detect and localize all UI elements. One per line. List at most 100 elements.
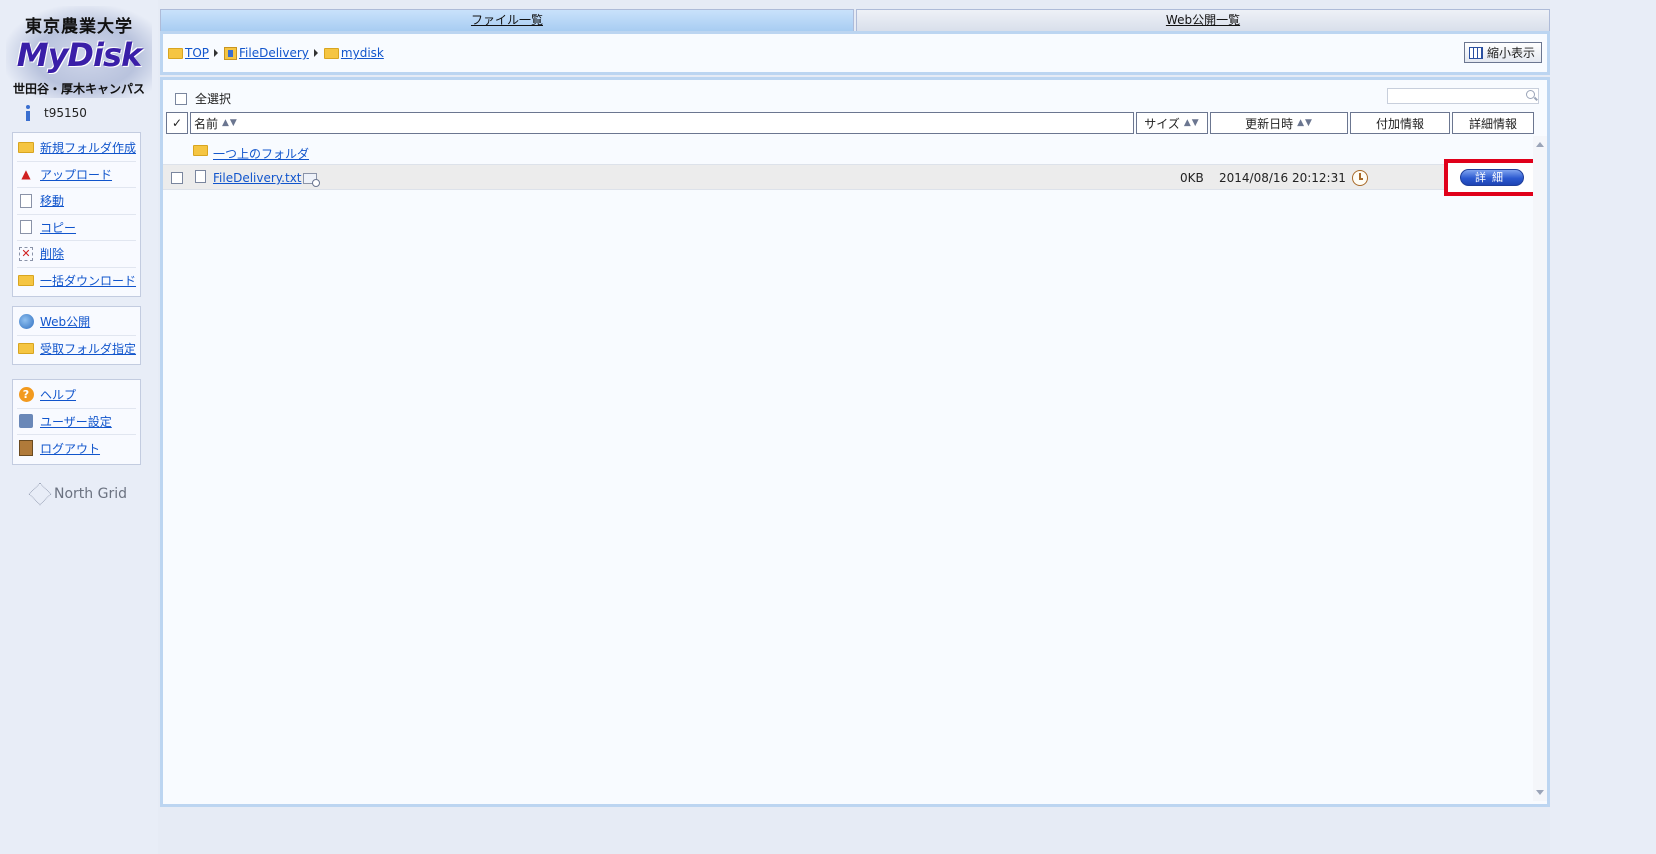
- menu-delete[interactable]: ✕ 削除: [17, 241, 136, 268]
- file-delivery-folder-icon: [224, 46, 238, 60]
- vendor-logo: North Grid: [28, 482, 127, 506]
- parent-folder-row[interactable]: 一つ上のフォルダ: [163, 139, 1535, 165]
- row-checkbox[interactable]: [171, 172, 183, 184]
- menu-logout[interactable]: ログアウト: [17, 435, 136, 462]
- shrink-view-button[interactable]: 縮小表示: [1463, 42, 1542, 63]
- vendor-name: North Grid: [54, 486, 127, 502]
- column-modified-label: 更新日時: [1245, 116, 1294, 131]
- search-icon: [1526, 90, 1535, 99]
- clock-icon[interactable]: [1352, 170, 1368, 186]
- logout-icon: [17, 440, 35, 457]
- menu-user-settings-label[interactable]: ユーザー設定: [40, 413, 112, 430]
- menu-receive-folder-label[interactable]: 受取フォルダ指定: [40, 340, 136, 357]
- sort-icon[interactable]: ▲▼: [1297, 118, 1313, 128]
- select-all-label: 全選択: [195, 92, 232, 106]
- account-menu: ? ヘルプ ユーザー設定 ログアウト: [12, 379, 141, 465]
- file-name-link[interactable]: FileDelivery.txt: [213, 171, 302, 185]
- breadcrumb-mydisk[interactable]: mydisk: [341, 46, 384, 60]
- menu-copy-label[interactable]: コピー: [40, 219, 76, 236]
- logo-university: 東京農業大学: [25, 17, 133, 37]
- menu-bulk-download[interactable]: 一括ダウンロード: [17, 268, 136, 295]
- menu-upload-label[interactable]: アップロード: [40, 166, 112, 183]
- delete-icon: ✕: [17, 246, 35, 262]
- logo-brand: MyDisk: [16, 36, 143, 74]
- text-file-icon: [195, 170, 206, 183]
- preview-icon[interactable]: [303, 173, 320, 187]
- page-margin: [1550, 0, 1656, 854]
- parent-folder-link[interactable]: 一つ上のフォルダ: [213, 145, 309, 162]
- menu-new-folder-label[interactable]: 新規フォルダ作成: [40, 139, 136, 156]
- column-check[interactable]: ✓: [166, 112, 188, 134]
- search-input[interactable]: [1387, 88, 1539, 104]
- column-size-label: サイズ: [1144, 116, 1180, 131]
- menu-upload[interactable]: ▲ アップロード: [17, 162, 136, 188]
- menu-bulk-download-label[interactable]: 一括ダウンロード: [40, 272, 136, 289]
- user-info: t95150: [24, 104, 87, 122]
- grid-view-icon: [1468, 46, 1483, 59]
- breadcrumb-separator-icon: [214, 49, 219, 57]
- breadcrumb-separator-icon: [313, 49, 318, 57]
- folder-icon: [323, 47, 339, 59]
- column-name-label: 名前: [194, 116, 219, 131]
- breadcrumb: TOP FileDelivery mydisk: [168, 46, 384, 60]
- column-name[interactable]: 名前 ▲▼: [190, 112, 1134, 134]
- select-all-checkbox[interactable]: [175, 92, 187, 105]
- menu-web-publish-label[interactable]: Web公開: [40, 313, 90, 330]
- menu-copy[interactable]: コピー: [17, 215, 136, 241]
- tab-bar: ファイル一覧 Web公開一覧: [160, 9, 1550, 31]
- bulk-download-icon: [17, 273, 35, 289]
- menu-move-label[interactable]: 移動: [40, 192, 64, 209]
- sort-icon[interactable]: ▲▼: [1184, 118, 1200, 128]
- path-bar: TOP FileDelivery mydisk 縮小表示: [160, 31, 1550, 75]
- folder-icon: [193, 145, 208, 156]
- column-size[interactable]: サイズ ▲▼: [1136, 112, 1208, 134]
- help-icon: ?: [17, 387, 35, 403]
- menu-new-folder[interactable]: 新規フォルダ作成: [17, 135, 136, 162]
- info-icon: [24, 105, 32, 121]
- scroll-down-icon[interactable]: [1536, 790, 1544, 795]
- menu-web-publish[interactable]: Web公開: [17, 309, 136, 336]
- breadcrumb-filedelivery[interactable]: FileDelivery: [239, 46, 309, 60]
- menu-move[interactable]: 移動: [17, 188, 136, 215]
- tab-web-publish-list[interactable]: Web公開一覧: [856, 9, 1550, 31]
- column-modified[interactable]: 更新日時 ▲▼: [1210, 112, 1348, 134]
- north-grid-icon: [28, 482, 52, 506]
- column-details-label: 詳細情報: [1468, 116, 1517, 131]
- detail-button-highlight: 詳細: [1444, 159, 1540, 196]
- check-column-icon: ✓: [171, 116, 183, 130]
- username: t95150: [44, 106, 87, 120]
- shrink-view-label: 縮小表示: [1486, 46, 1535, 60]
- column-details: 詳細情報: [1452, 112, 1534, 134]
- upload-icon: ▲: [21, 167, 31, 182]
- table-row[interactable]: FileDelivery.txt 0KB 2014/08/16 20:12:31…: [163, 159, 1540, 196]
- move-icon: [17, 193, 35, 209]
- user-settings-icon: [17, 413, 35, 429]
- mydisk-logo: 東京農業大学 MyDisk 世田谷・厚木キャンパス: [6, 6, 152, 98]
- menu-delete-label[interactable]: 削除: [40, 245, 64, 262]
- logo-campus: 世田谷・厚木キャンパス: [12, 82, 145, 96]
- menu-logout-label[interactable]: ログアウト: [40, 440, 100, 457]
- column-extra-info: 付加情報: [1350, 112, 1450, 134]
- menu-help[interactable]: ? ヘルプ: [17, 382, 136, 409]
- list-header: ✓ 名前 ▲▼ サイズ ▲▼ 更新日時 ▲▼ 付加情報 詳細情報: [166, 112, 1536, 134]
- column-extra-info-label: 付加情報: [1375, 116, 1424, 131]
- sidebar: 東京農業大学 MyDisk 世田谷・厚木キャンパス t95150 新規フォルダ作…: [0, 0, 158, 854]
- breadcrumb-top[interactable]: TOP: [185, 46, 209, 60]
- scroll-up-icon[interactable]: [1536, 142, 1544, 147]
- file-size: 0KB: [1180, 171, 1204, 185]
- tab-file-list[interactable]: ファイル一覧: [160, 9, 854, 31]
- receive-folder-icon: [17, 341, 35, 357]
- menu-user-settings[interactable]: ユーザー設定: [17, 409, 136, 435]
- vertical-scrollbar[interactable]: [1533, 136, 1547, 801]
- sort-icon[interactable]: ▲▼: [222, 118, 238, 128]
- file-list-panel: 全選択 ✓ 名前 ▲▼ サイズ ▲▼ 更新日時 ▲▼ 付加情報 詳細情報 一つ上…: [160, 77, 1550, 807]
- file-modified: 2014/08/16 20:12:31: [1219, 171, 1346, 185]
- select-all[interactable]: 全選択: [175, 90, 231, 107]
- folder-icon: [168, 47, 183, 59]
- menu-receive-folder[interactable]: 受取フォルダ指定: [17, 336, 136, 363]
- publish-menu: Web公開 受取フォルダ指定: [12, 306, 141, 365]
- copy-icon: [17, 219, 35, 235]
- menu-help-label[interactable]: ヘルプ: [40, 386, 76, 403]
- file-actions-menu: 新規フォルダ作成 ▲ アップロード 移動 コピー ✕ 削除 一括ダウンロード: [12, 132, 141, 297]
- detail-button[interactable]: 詳細: [1460, 169, 1524, 186]
